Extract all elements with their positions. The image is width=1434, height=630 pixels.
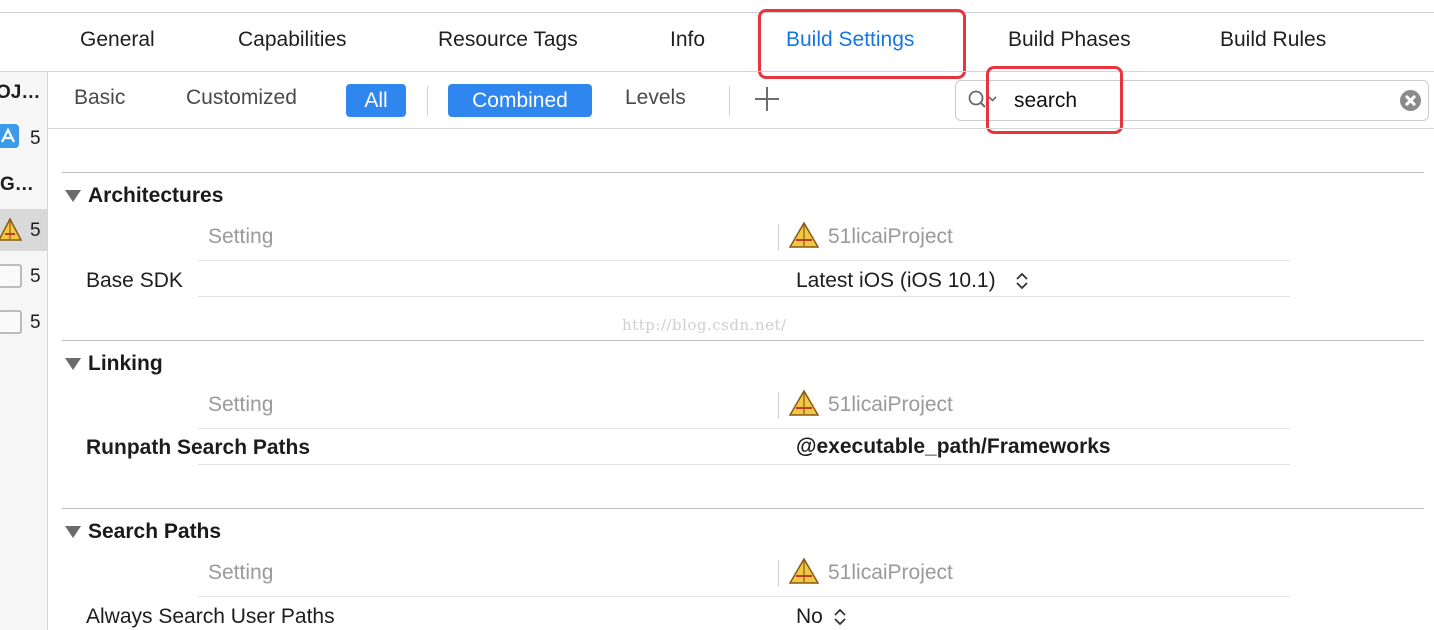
setting-column-header: Setting [208, 393, 274, 416]
window-top-divider [0, 12, 1434, 13]
section-divider [62, 508, 1424, 509]
base-sdk-value[interactable]: Latest iOS (iOS 10.1) [796, 269, 996, 293]
tab-general[interactable]: General [80, 28, 155, 52]
project-navigator-sidebar: OJ… 5 G… 5 5 5 [0, 72, 48, 630]
disclosure-triangle-icon[interactable] [65, 190, 81, 202]
project-item-label[interactable]: 5 [30, 128, 41, 150]
bundle-target-icon [0, 308, 24, 341]
filter-levels[interactable]: Levels [625, 86, 686, 110]
filter-separator [427, 86, 428, 116]
tab-resource-tags[interactable]: Resource Tags [438, 28, 578, 52]
row-divider [198, 296, 1290, 297]
section-divider [62, 172, 1424, 173]
column-divider [778, 392, 779, 418]
tab-bar-divider [0, 71, 1434, 72]
stepper-icon[interactable] [833, 607, 847, 627]
row-divider [198, 428, 1290, 429]
project-section-header: OJ… [0, 82, 41, 103]
target-column-header: 51licaiProject [828, 393, 953, 416]
filter-combined[interactable]: Combined [448, 84, 592, 117]
section-divider [62, 340, 1424, 341]
bundle-target-icon [0, 262, 24, 295]
disclosure-triangle-icon[interactable] [65, 358, 81, 370]
build-settings-highlight [758, 9, 966, 79]
row-divider [198, 260, 1290, 261]
runpath-search-paths-value[interactable]: @executable_path/Frameworks [796, 435, 1111, 459]
clear-search-icon[interactable] [1400, 90, 1421, 111]
always-search-user-paths-value[interactable]: No [796, 605, 823, 629]
filter-bar-divider [48, 128, 1434, 129]
app-target-icon [0, 215, 24, 248]
tab-build-phases[interactable]: Build Phases [1008, 28, 1131, 52]
watermark: http://blog.csdn.net/ [622, 316, 787, 334]
section-title-architectures[interactable]: Architectures [88, 184, 223, 208]
setting-always-search-user-paths[interactable]: Always Search User Paths [86, 605, 335, 629]
target-column-header: 51licaiProject [828, 225, 953, 248]
row-divider [198, 464, 1290, 465]
disclosure-triangle-icon[interactable] [65, 526, 81, 538]
stepper-icon[interactable] [1015, 271, 1029, 291]
tab-capabilities[interactable]: Capabilities [238, 28, 347, 52]
tab-info[interactable]: Info [670, 28, 705, 52]
targets-section-header: G… [0, 174, 34, 195]
filter-separator [729, 86, 730, 116]
search-highlight [986, 66, 1123, 134]
tab-build-rules[interactable]: Build Rules [1220, 28, 1326, 52]
filter-all[interactable]: All [346, 84, 406, 117]
column-divider [778, 224, 779, 250]
add-setting-button[interactable] [754, 86, 780, 112]
project-icon [0, 122, 22, 155]
setting-column-header: Setting [208, 225, 274, 248]
project-target-icon [787, 220, 821, 250]
row-divider [198, 596, 1290, 597]
section-title-search-paths[interactable]: Search Paths [88, 520, 221, 544]
project-target-icon [787, 556, 821, 586]
setting-base-sdk[interactable]: Base SDK [86, 269, 183, 293]
target-item-label[interactable]: 5 [30, 312, 41, 334]
filter-customized[interactable]: Customized [186, 86, 297, 110]
target-item-label[interactable]: 5 [30, 220, 41, 242]
section-title-linking[interactable]: Linking [88, 352, 163, 376]
setting-column-header: Setting [208, 561, 274, 584]
column-divider [778, 560, 779, 586]
setting-runpath-search-paths[interactable]: Runpath Search Paths [86, 436, 310, 460]
project-target-icon [787, 388, 821, 418]
filter-basic[interactable]: Basic [74, 86, 125, 110]
target-column-header: 51licaiProject [828, 561, 953, 584]
target-item-label[interactable]: 5 [30, 266, 41, 288]
